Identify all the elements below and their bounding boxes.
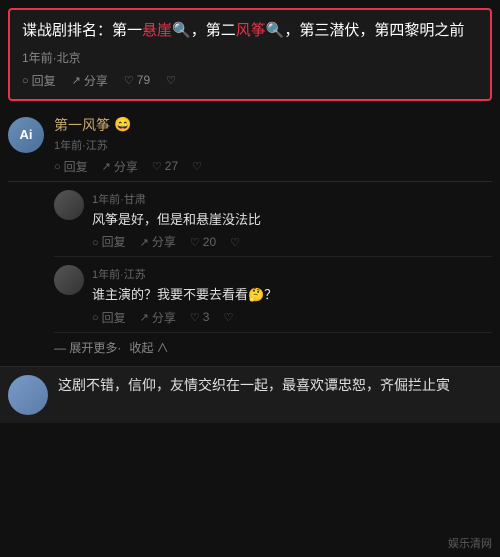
bottom-text: 这剧不错，信仰，友情交织在一起，最喜欢谭忠恕，齐倔拦止寅 [58,375,492,396]
comments-section: Ai 第一风筝 😄 1年前·江苏 回复 分享 [0,101,500,366]
heart-button[interactable] [166,73,176,87]
heart-empty-icon [223,310,233,324]
heart-icon [190,310,200,324]
share-icon [102,159,111,173]
reply-avatar [54,265,84,295]
comment-location: 1年前·江苏 [54,137,492,153]
like-btn[interactable]: 27 [152,159,178,173]
expand-more-row: — 展开更多· 收起 ∧ [54,333,492,362]
reply-item: 1年前·江苏 谁主演的？我要不要去看看🤔？ 回复 分享 [54,257,492,333]
reply-btn[interactable]: 回复 [92,233,126,250]
collapse-label[interactable]: 收起 ∧ [129,339,168,356]
comment-item: Ai 第一风筝 😄 1年前·江苏 回复 分享 [8,105,492,182]
reply-icon [92,310,99,324]
share-btn[interactable]: 分享 [140,233,176,250]
reply-icon [22,73,29,87]
reply-location: 1年前·甘肃 [92,191,492,207]
heart-icon [190,235,200,249]
like-btn[interactable]: 20 [190,235,216,249]
top-comment-actions: 回复 分享 79 [22,72,478,89]
share-icon [140,235,149,249]
like-btn[interactable]: 3 [190,310,210,324]
expand-more-label[interactable]: — 展开更多· [54,339,121,356]
main-container: 谍战剧排名：第一悬崖🔍，第二风筝🔍，第三潜伏，第四黎明之前 1年前·北京 回复 … [0,0,500,557]
fav-btn[interactable] [192,159,202,173]
reply-icon [54,159,61,173]
reply-btn[interactable]: 回复 [92,309,126,326]
highlight-xuanya: 悬崖 [142,22,172,39]
comment-username: 第一风筝 😄 [54,115,492,135]
heart-icon [124,73,134,87]
avatar: Ai [8,117,44,153]
reply-actions: 回复 分享 20 [92,233,492,250]
reply-actions: 回复 分享 3 [92,309,492,326]
reply-inner: 1年前·江苏 谁主演的？我要不要去看看🤔？ 回复 分享 [54,265,492,326]
top-comment-block: 谍战剧排名：第一悬崖🔍，第二风筝🔍，第三潜伏，第四黎明之前 1年前·北京 回复 … [8,8,492,101]
emoji-icon: 😄 [114,116,131,133]
share-icon [72,73,81,87]
reply-btn[interactable]: 回复 [54,158,88,175]
reply-body: 1年前·江苏 谁主演的？我要不要去看看🤔？ 回复 分享 [92,265,492,326]
top-comment-meta: 1年前·北京 [22,49,478,66]
heart-empty-icon [192,159,202,173]
comment-body: 第一风筝 😄 1年前·江苏 回复 分享 27 [54,115,492,175]
share-btn[interactable]: 分享 [102,158,138,175]
share-button[interactable]: 分享 [72,72,108,89]
reply-button[interactable]: 回复 [22,72,56,89]
reply-item: 1年前·甘肃 风筝是好，但是和悬崖没法比 回复 分享 [54,182,492,258]
heart-empty-icon [230,235,240,249]
comment-actions: 回复 分享 27 [54,158,492,175]
heart-icon [152,159,162,173]
watermark: 娱乐清网 [448,535,492,551]
top-comment-text: 谍战剧排名：第一悬崖🔍，第二风筝🔍，第三潜伏，第四黎明之前 [22,20,478,43]
fav-btn[interactable] [230,235,240,249]
reply-icon [92,235,99,249]
bottom-body: 这剧不错，信仰，友情交织在一起，最喜欢谭忠恕，齐倔拦止寅 [58,375,492,396]
bottom-comment: 这剧不错，信仰，友情交织在一起，最喜欢谭忠恕，齐倔拦止寅 [0,366,500,423]
reply-body: 1年前·甘肃 风筝是好，但是和悬崖没法比 回复 分享 [92,190,492,251]
bottom-avatar [8,375,48,415]
share-icon [140,310,149,324]
heart-empty-icon [166,73,176,87]
like-button[interactable]: 79 [124,73,150,87]
reply-inner: 1年前·甘肃 风筝是好，但是和悬崖没法比 回复 分享 [54,190,492,251]
fav-btn[interactable] [223,310,233,324]
reply-location: 1年前·江苏 [92,266,492,282]
reply-text: 谁主演的？我要不要去看看🤔？ [92,285,492,305]
share-btn[interactable]: 分享 [140,309,176,326]
highlight-fengzheng: 风筝 [236,22,266,39]
reply-text: 风筝是好，但是和悬崖没法比 [92,210,492,230]
reply-avatar [54,190,84,220]
